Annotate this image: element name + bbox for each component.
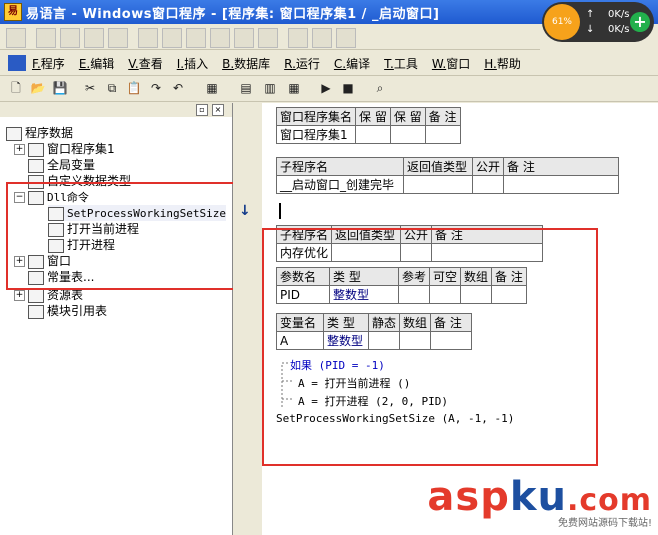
col-header: 公开 bbox=[471, 157, 505, 176]
panel-restore-icon[interactable]: ▫ bbox=[196, 104, 208, 116]
menu-edit[interactable]: E.编辑 bbox=[79, 55, 114, 72]
panel-header: ▫ × bbox=[0, 103, 232, 117]
binoculars-icon[interactable]: ⌕ bbox=[372, 80, 388, 96]
layout3-icon[interactable]: ▦ bbox=[286, 80, 302, 96]
tree-item-modules[interactable]: 模块引用表 bbox=[28, 303, 107, 319]
assembly-icon bbox=[28, 142, 44, 157]
assembly-table: 窗口程序集名 保 留 保 留 备 注 窗口程序集1 bbox=[275, 107, 461, 144]
standard-toolbar: 🗋 📂 💾 ✂ ⧉ 📋 ↷ ↶ ▦ ▤ ▥ ▦ ▶ ■ ⌕ bbox=[0, 77, 658, 102]
table-cell[interactable] bbox=[355, 125, 391, 144]
table-cell[interactable] bbox=[403, 175, 473, 194]
open-folder-icon[interactable]: 📂 bbox=[30, 80, 46, 96]
expand-icon[interactable]: + bbox=[14, 290, 25, 301]
panel-close-icon[interactable]: × bbox=[212, 104, 224, 116]
down-arrow-icon: ↓ bbox=[239, 203, 251, 219]
menu-program[interactable]: F.程序 bbox=[32, 55, 65, 72]
undo-icon[interactable]: ↶ bbox=[170, 80, 186, 96]
find-icon[interactable]: ▦ bbox=[204, 80, 220, 96]
text-cursor bbox=[279, 203, 281, 219]
menu-compile[interactable]: C.编译 bbox=[334, 55, 370, 72]
col-header: 备 注 bbox=[424, 107, 461, 126]
same-height-icon[interactable] bbox=[162, 28, 182, 48]
tree-root[interactable]: 程序数据 bbox=[6, 125, 73, 141]
menu-logo-icon bbox=[8, 55, 26, 71]
center-both-icon[interactable] bbox=[336, 28, 356, 48]
col-header: 窗口程序集名 bbox=[275, 107, 357, 126]
menu-tools[interactable]: T.工具 bbox=[384, 55, 418, 72]
table-cell[interactable] bbox=[424, 125, 461, 144]
same-size-icon[interactable] bbox=[186, 28, 206, 48]
network-monitor-widget[interactable]: 61% ↑ ↓ 0K/s 0K/s + bbox=[542, 2, 654, 42]
watermark-logo: aspku.com 免费网站源码下载站! bbox=[427, 474, 652, 529]
upload-speed: 0K/s bbox=[608, 9, 630, 20]
col-header: 备 注 bbox=[503, 157, 620, 176]
assembly-name-cell[interactable]: 窗口程序集1 bbox=[275, 125, 357, 144]
align-top-icon[interactable] bbox=[108, 28, 128, 48]
layout1-icon[interactable]: ▤ bbox=[238, 80, 254, 96]
program-data-icon bbox=[6, 126, 22, 141]
sub1-table: 子程序名 返回值类型 公开 备 注 __启动窗口_创建完毕 bbox=[276, 157, 620, 194]
paste-icon[interactable]: 📋 bbox=[126, 80, 142, 96]
copy-icon[interactable]: ⧉ bbox=[104, 80, 120, 96]
col-header: 保 留 bbox=[389, 107, 426, 126]
download-arrow-icon: ↓ bbox=[586, 24, 595, 35]
space-h-icon[interactable] bbox=[210, 28, 230, 48]
save-icon[interactable]: 💾 bbox=[52, 80, 68, 96]
splitter[interactable]: ↓ bbox=[233, 103, 261, 535]
tree-item-globals[interactable]: 全局变量 bbox=[28, 157, 95, 173]
center-v-icon[interactable] bbox=[312, 28, 332, 48]
expand-icon[interactable]: + bbox=[14, 144, 25, 155]
distribute-icon[interactable] bbox=[258, 28, 278, 48]
highlight-box-dll bbox=[6, 182, 254, 290]
layout2-icon[interactable]: ▥ bbox=[262, 80, 278, 96]
stop-icon[interactable]: ■ bbox=[340, 80, 356, 96]
menu-help[interactable]: H.帮助 bbox=[484, 55, 521, 72]
module-icon bbox=[28, 304, 44, 319]
col-header: 返回值类型 bbox=[403, 157, 473, 176]
menu-view[interactable]: V.查看 bbox=[128, 55, 163, 72]
table-cell[interactable] bbox=[503, 175, 620, 194]
table-cell[interactable] bbox=[389, 125, 426, 144]
new-file-icon[interactable]: 🗋 bbox=[8, 80, 24, 96]
sub-name-cell[interactable]: __启动窗口_创建完毕 bbox=[276, 175, 404, 194]
align-left-icon[interactable] bbox=[36, 28, 56, 48]
app-icon: 易 bbox=[4, 3, 22, 21]
center-h-icon[interactable] bbox=[288, 28, 308, 48]
menu-window[interactable]: W.窗口 bbox=[432, 55, 470, 72]
globals-icon bbox=[28, 158, 44, 173]
download-speed: 0K/s bbox=[608, 24, 630, 35]
menu-database[interactable]: B.数据库 bbox=[222, 55, 270, 72]
layout-toolbar bbox=[0, 25, 540, 50]
menu-insert[interactable]: I.插入 bbox=[177, 55, 208, 72]
menu-bar: F.程序 E.编辑 V.查看 I.插入 B.数据库 R.运行 C.编译 T.工具… bbox=[0, 51, 658, 76]
window-title: 易语言 - Windows窗口程序 - [程序集: 窗口程序集1 / _启动窗口… bbox=[26, 6, 440, 22]
upload-arrow-icon: ↑ bbox=[586, 9, 595, 20]
resources-icon bbox=[28, 288, 44, 303]
table-cell[interactable] bbox=[471, 175, 505, 194]
same-width-icon[interactable] bbox=[138, 28, 158, 48]
redo-icon[interactable]: ↷ bbox=[148, 80, 164, 96]
cut-icon[interactable]: ✂ bbox=[82, 80, 98, 96]
cpu-usage: 61% bbox=[544, 4, 580, 40]
tree-item-assembly[interactable]: + 窗口程序集1 bbox=[14, 141, 115, 157]
col-header: 子程序名 bbox=[276, 157, 404, 176]
highlight-box-code bbox=[262, 228, 598, 466]
align-center-icon[interactable] bbox=[60, 28, 80, 48]
program-data-panel: ▫ × 程序数据 + 窗口程序集1 全局变量 自定义数据类型 − Dll命令 Set… bbox=[0, 103, 233, 535]
plus-icon[interactable]: + bbox=[630, 12, 650, 32]
col-header: 保 留 bbox=[355, 107, 391, 126]
run-icon[interactable]: ▶ bbox=[318, 80, 334, 96]
space-v-icon[interactable] bbox=[234, 28, 254, 48]
grid-icon[interactable] bbox=[6, 28, 26, 48]
align-right-icon[interactable] bbox=[84, 28, 104, 48]
menu-run[interactable]: R.运行 bbox=[284, 55, 320, 72]
